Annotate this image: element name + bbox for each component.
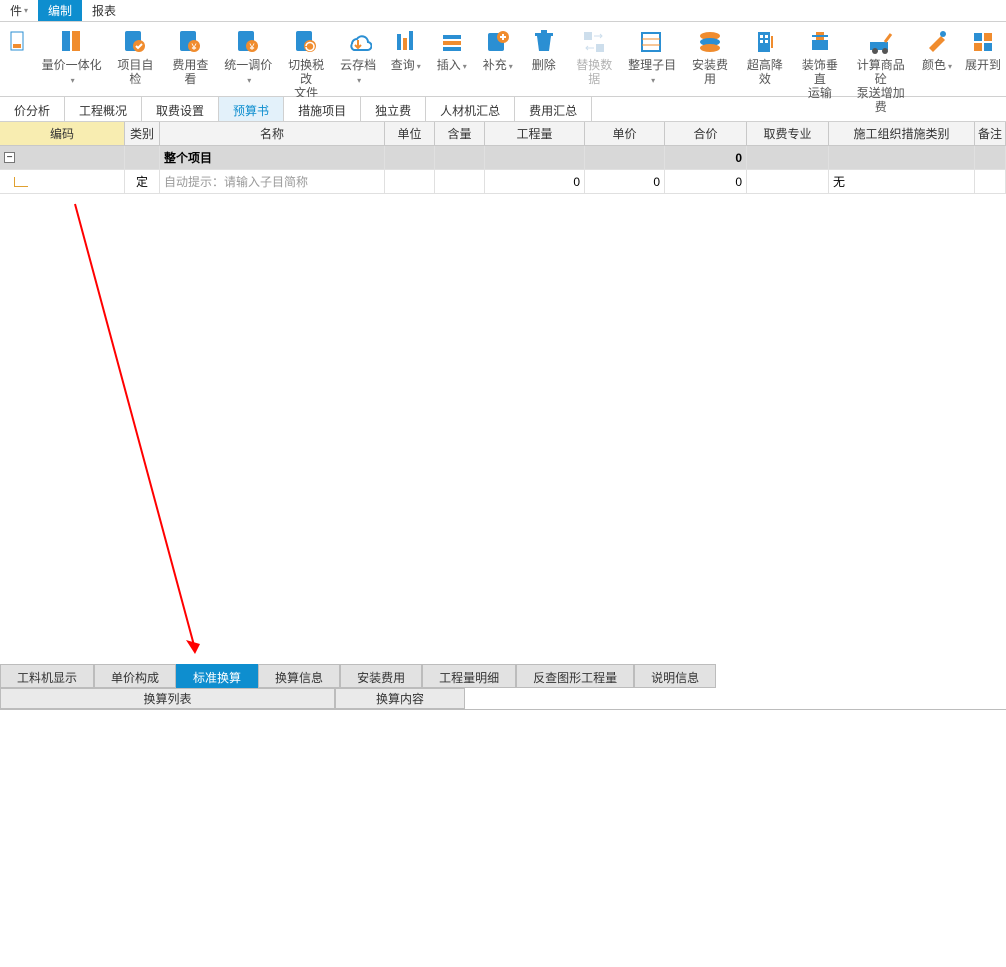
cell-name-proj: 整个项目 [160, 146, 385, 169]
col-price[interactable]: 单价 [585, 122, 665, 145]
add-icon [484, 28, 512, 56]
bars-icon [392, 28, 420, 56]
building-icon [751, 28, 779, 56]
subtab-fenxi[interactable]: 价分析 [0, 97, 65, 121]
ribbon-shuigai[interactable]: 切换税改 文件 [279, 26, 334, 92]
ribbon-tongyi[interactable]: ¥统一调价▾ [218, 26, 279, 92]
switch-icon [292, 28, 320, 56]
cell-note-input[interactable] [975, 170, 1006, 193]
svg-text:¥: ¥ [249, 42, 256, 52]
ribbon-charu[interactable]: 插入▾ [429, 26, 475, 92]
subtab-dulifei[interactable]: 独立费 [361, 97, 426, 121]
subtab-gaikuang[interactable]: 工程概况 [65, 97, 142, 121]
row-project[interactable]: − 整个项目 0 [0, 146, 1006, 170]
cell-name-input[interactable]: 自动提示：请输入子目简称 [160, 170, 385, 193]
cell-price-input[interactable]: 0 [585, 170, 665, 193]
cell-total-input[interactable]: 0 [665, 170, 747, 193]
menu-file[interactable]: 件▾ [0, 0, 38, 21]
col-type[interactable]: 类别 [125, 122, 160, 145]
cell-type-proj [125, 146, 160, 169]
ribbon-shanchu[interactable]: 删除 [521, 26, 567, 92]
col-code[interactable]: 编码 [0, 122, 125, 145]
cell-major-input[interactable] [747, 170, 829, 193]
subtab-rencai[interactable]: 人材机汇总 [426, 97, 515, 121]
ribbon-feiyong[interactable]: ¥费用查看 [163, 26, 218, 92]
color-icon [923, 28, 951, 56]
check-icon [121, 28, 149, 56]
col-qty[interactable]: 含量 [435, 122, 485, 145]
ribbon-small-1[interactable] [0, 26, 35, 92]
install-icon [696, 28, 724, 56]
doc-icon [8, 30, 28, 54]
fee-icon: ¥ [176, 28, 204, 56]
expand-icon [969, 28, 997, 56]
cell-code-proj[interactable]: − [0, 146, 125, 169]
cell-total-proj: 0 [665, 146, 747, 169]
menu-report[interactable]: 报表 [82, 0, 126, 21]
menubar: 件▾ 编制 报表 [0, 0, 1006, 22]
col-total[interactable]: 合价 [665, 122, 747, 145]
ribbon-yanse[interactable]: 颜色▾ [914, 26, 960, 92]
cloud-icon [344, 28, 372, 56]
grid-header: 编码 类别 名称 单位 含量 工程量 单价 合价 取费专业 施工组织措施类别 备… [0, 122, 1006, 146]
ribbon-chaogao[interactable]: 超高降效 [737, 26, 792, 92]
ribbon-zhengli[interactable]: 整理子目▾ [622, 26, 683, 92]
ribbon-buchong[interactable]: 补充▾ [475, 26, 521, 92]
grid-body-empty [0, 194, 1006, 664]
cell-unit-input[interactable] [385, 170, 435, 193]
ribbon-tihuan[interactable]: 替换数据 [567, 26, 622, 92]
subtab-fyhz[interactable]: 费用汇总 [515, 97, 592, 121]
cell-code-input[interactable] [0, 170, 125, 193]
cell-type-input[interactable]: 定 [125, 170, 160, 193]
col-major[interactable]: 取费专业 [747, 122, 829, 145]
menu-edit[interactable]: 编制 [38, 0, 82, 21]
ribbon-anzhuang[interactable]: 安装费用 [683, 26, 738, 92]
ribbon-yihua[interactable]: 量价一体化▾ [35, 26, 108, 92]
row-input[interactable]: 定 自动提示：请输入子目简称 0 0 0 无 [0, 170, 1006, 194]
svg-text:¥: ¥ [191, 42, 198, 52]
ribbon-jisuan[interactable]: 计算商品砼 泵送增加费 [847, 26, 914, 92]
cell-cat-input[interactable]: 无 [829, 170, 975, 193]
list-icon [638, 28, 666, 56]
col-note[interactable]: 备注 [975, 122, 1006, 145]
tree-branch-icon [14, 177, 28, 187]
ribbon-chaxun[interactable]: 查询▾ [383, 26, 429, 92]
lift-icon [806, 28, 834, 56]
collapse-icon[interactable]: − [4, 152, 15, 163]
col-unit[interactable]: 单位 [385, 122, 435, 145]
ribbon-yuncun[interactable]: 云存档▾ [334, 26, 383, 92]
ribbon: 量价一体化▾ 项目自检 ¥费用查看 ¥统一调价▾ 切换税改 文件 云存档▾ 查询… [0, 22, 1006, 97]
cell-gcl-input[interactable]: 0 [485, 170, 585, 193]
subtab-cuoshi[interactable]: 措施项目 [284, 97, 361, 121]
btab-shuoming[interactable]: 说明信息 [634, 664, 716, 688]
ribbon-zhuangshi[interactable]: 装饰垂直 运输 [792, 26, 847, 92]
subtab-yusuan[interactable]: 预算书 [219, 97, 284, 121]
ribbon-zhankai[interactable]: 展开到 [960, 26, 1006, 92]
col-cat[interactable]: 施工组织措施类别 [829, 122, 975, 145]
btab-anzhuang[interactable]: 安装费用 [340, 664, 422, 688]
pump-icon [867, 28, 895, 56]
ribbon-zijian[interactable]: 项目自检 [108, 26, 163, 92]
yihua-icon [58, 28, 86, 56]
insert-icon [438, 28, 466, 56]
trash-icon [530, 28, 558, 56]
replace-icon [580, 28, 608, 56]
col-gcl[interactable]: 工程量 [485, 122, 585, 145]
subtab-qufei[interactable]: 取费设置 [142, 97, 219, 121]
annotation-arrow [0, 194, 300, 694]
btab-fancha[interactable]: 反查图形工程量 [516, 664, 634, 688]
bsub-content[interactable]: 换算内容 [335, 688, 465, 709]
btab-mingxi[interactable]: 工程量明细 [422, 664, 516, 688]
adjust-icon: ¥ [234, 28, 262, 56]
col-name[interactable]: 名称 [160, 122, 385, 145]
cell-qty-input[interactable] [435, 170, 485, 193]
